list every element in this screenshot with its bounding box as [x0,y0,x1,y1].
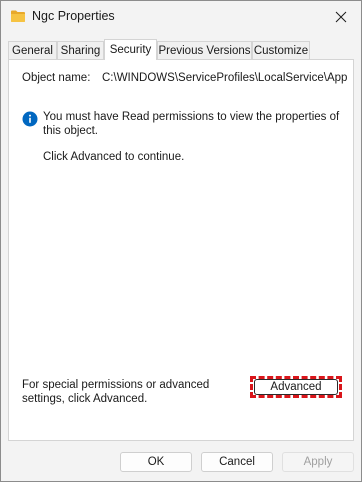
tab-security[interactable]: Security [104,39,157,60]
security-panel: Object name: C:\WINDOWS\ServiceProfiles\… [8,59,354,441]
tab-sharing[interactable]: Sharing [57,41,104,59]
info-icon [22,111,38,127]
window-title: Ngc Properties [32,9,115,23]
apply-button[interactable]: Apply [282,452,354,472]
tab-previous-versions[interactable]: Previous Versions [157,41,252,59]
title-bar: Ngc Properties [1,1,361,33]
close-button[interactable] [321,1,361,33]
tab-general[interactable]: General [8,41,57,59]
object-name-label: Object name: [22,72,91,84]
folder-icon [10,9,26,23]
close-icon [335,11,347,23]
cancel-button[interactable]: Cancel [201,452,273,472]
object-name-value: C:\WINDOWS\ServiceProfiles\LocalService\… [102,72,348,84]
permission-message: You must have Read permissions to view t… [43,111,340,137]
tab-customize[interactable]: Customize [252,41,310,59]
ok-button[interactable]: OK [120,452,192,472]
special-permissions-text: For special permissions or advanced sett… [22,379,210,405]
properties-dialog: Ngc Properties General Sharing Security … [0,0,362,482]
continue-message: Click Advanced to continue. [43,151,185,163]
advanced-button-highlight[interactable]: Advanced [250,376,342,398]
advanced-button[interactable]: Advanced [254,379,338,395]
